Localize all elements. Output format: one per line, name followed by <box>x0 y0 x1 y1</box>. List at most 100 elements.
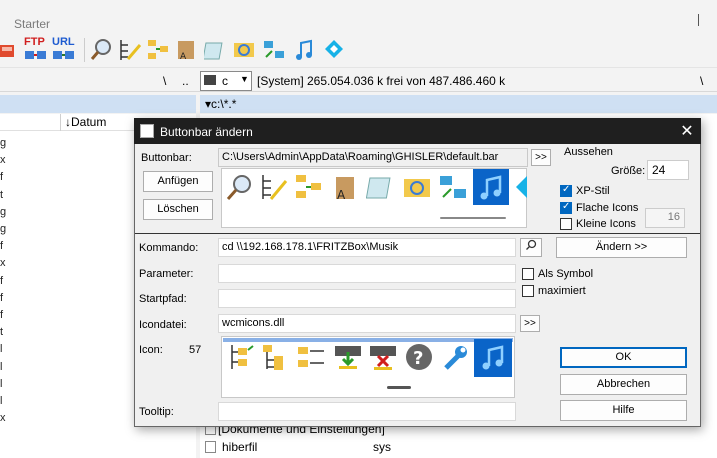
iconfile-label: Icondatei: <box>139 319 187 331</box>
music-note-icon[interactable] <box>476 172 506 202</box>
music-note-icon[interactable] <box>478 342 508 372</box>
svg-text:A: A <box>337 188 346 202</box>
buttonbar-browse-button[interactable]: >> <box>531 149 551 166</box>
right-panel-path-header[interactable] <box>200 95 717 113</box>
ok-button[interactable]: OK <box>560 347 687 368</box>
wrench-icon[interactable] <box>440 342 470 372</box>
list-item[interactable]: x <box>0 412 6 424</box>
list-item[interactable]: g <box>0 223 6 235</box>
multi-rename-icon[interactable] <box>118 37 142 63</box>
pack-files-icon[interactable]: A <box>174 37 198 63</box>
search-icon[interactable] <box>90 37 114 63</box>
cancel-button[interactable]: Abbrechen <box>560 374 687 395</box>
buttonbar-path-field[interactable]: C:\Users\Admin\AppData\Roaming\GHISLER\d… <box>218 148 528 167</box>
parameter-label: Parameter: <box>139 268 194 280</box>
as-symbol-checkbox[interactable] <box>522 268 534 280</box>
list-item[interactable]: t <box>0 326 3 338</box>
kodi-icon[interactable] <box>322 37 346 63</box>
list-item[interactable]: f <box>0 292 3 304</box>
root-dir-button[interactable]: \ <box>163 74 166 88</box>
help-button[interactable]: Hilfe <box>560 400 687 421</box>
kodi-icon[interactable] <box>512 172 527 202</box>
list-item-name[interactable]: hiberfil <box>222 440 257 454</box>
icon-label: Icon: <box>139 344 163 356</box>
help-icon[interactable]: ? <box>404 342 434 372</box>
music-note-icon[interactable] <box>292 37 316 63</box>
size-input[interactable]: 24 <box>647 160 689 180</box>
list-item[interactable]: g <box>0 206 6 218</box>
tooltip-label: Tooltip: <box>139 406 174 418</box>
sync-dirs-icon[interactable] <box>294 172 324 202</box>
notepad-icon[interactable] <box>204 37 228 63</box>
list-item[interactable]: l <box>0 395 2 407</box>
iconfile-input[interactable]: wcmicons.dll <box>218 314 516 333</box>
iconfile-browse-button[interactable]: >> <box>520 315 540 332</box>
search-icon[interactable] <box>225 172 255 202</box>
parameter-input[interactable] <box>218 264 516 283</box>
swap-panels-icon[interactable] <box>262 37 286 63</box>
root-dir-button-right[interactable]: \ <box>700 74 703 88</box>
list-item[interactable]: l <box>0 343 2 355</box>
pack-files-icon[interactable]: A <box>330 172 360 202</box>
flat-icons-label: Flache Icons <box>576 202 639 214</box>
startpath-label: Startpfad: <box>139 293 187 305</box>
drive-icon <box>204 75 216 85</box>
network-download-icon[interactable] <box>333 342 363 372</box>
list-item[interactable]: f <box>0 240 3 252</box>
change-button[interactable]: Ändern >> <box>556 237 687 258</box>
ftp-connect-icon[interactable] <box>24 37 48 63</box>
multi-rename-icon[interactable] <box>259 172 289 202</box>
left-panel-path-header[interactable] <box>0 95 196 113</box>
refresh-icon[interactable] <box>232 37 256 63</box>
list-item[interactable]: g <box>0 137 6 149</box>
list-item[interactable]: x <box>0 154 6 166</box>
maximized-label: maximiert <box>538 285 586 297</box>
url-connect-icon[interactable] <box>52 37 76 63</box>
startpath-input[interactable] <box>218 289 516 308</box>
sync-dirs-icon[interactable] <box>146 37 170 63</box>
list-item[interactable]: t <box>0 189 3 201</box>
appearance-group-label: Aussehen <box>564 146 613 158</box>
buttonbar-scroll-grip[interactable] <box>440 217 506 219</box>
buttonbar-label: Buttonbar: <box>141 152 192 164</box>
close-icon[interactable]: ✕ <box>678 121 696 141</box>
command-search-button[interactable] <box>520 238 542 257</box>
icon-index: 57 <box>189 344 202 356</box>
xp-style-checkbox[interactable] <box>560 184 572 197</box>
swap-panels-icon[interactable] <box>438 172 468 202</box>
svg-text:A: A <box>180 52 187 62</box>
parent-dir-button[interactable]: .. <box>182 74 189 88</box>
command-input[interactable]: cd \\192.168.178.1\FRITZBox\Musik <box>218 238 516 257</box>
flat-icons-checkbox[interactable] <box>560 201 572 214</box>
refresh-icon[interactable] <box>402 172 432 202</box>
folder-tree-icon[interactable] <box>261 342 291 372</box>
maximized-checkbox[interactable] <box>522 285 534 297</box>
network-disconnect-icon[interactable] <box>368 342 398 372</box>
folder-list-icon[interactable] <box>296 342 326 372</box>
free-space-text: [System] 265.054.036 k frei von 487.486.… <box>257 74 506 88</box>
red-arrow-icon[interactable] <box>0 37 24 63</box>
folder-tree-icon[interactable] <box>226 342 256 372</box>
tooltip-input[interactable] <box>218 402 516 421</box>
small-icons-size-input[interactable]: 16 <box>645 208 685 228</box>
list-item[interactable]: l <box>0 361 2 373</box>
small-icons-checkbox[interactable] <box>560 218 572 230</box>
toolbar-separator <box>84 38 85 62</box>
chevron-down-icon: ▼ <box>240 74 249 84</box>
search-icon <box>526 239 537 250</box>
list-item[interactable]: l <box>0 378 2 390</box>
list-item[interactable]: f <box>0 309 3 321</box>
append-button[interactable]: Anfügen <box>143 171 213 192</box>
file-icon <box>205 441 216 453</box>
list-item[interactable]: x <box>0 257 6 269</box>
delete-button[interactable]: Löschen <box>143 199 213 220</box>
list-item[interactable]: f <box>0 171 3 183</box>
small-icons-label: Kleine Icons <box>576 218 636 230</box>
dialog-title: Buttonbar ändern <box>160 125 253 139</box>
size-label: Größe: <box>611 165 646 177</box>
icon-picker-scroll-grip[interactable] <box>387 386 411 389</box>
notepad-icon[interactable] <box>366 172 396 202</box>
list-item[interactable]: f <box>0 275 3 287</box>
window-maximize-button[interactable] <box>698 14 712 26</box>
command-label: Kommando: <box>139 242 199 254</box>
